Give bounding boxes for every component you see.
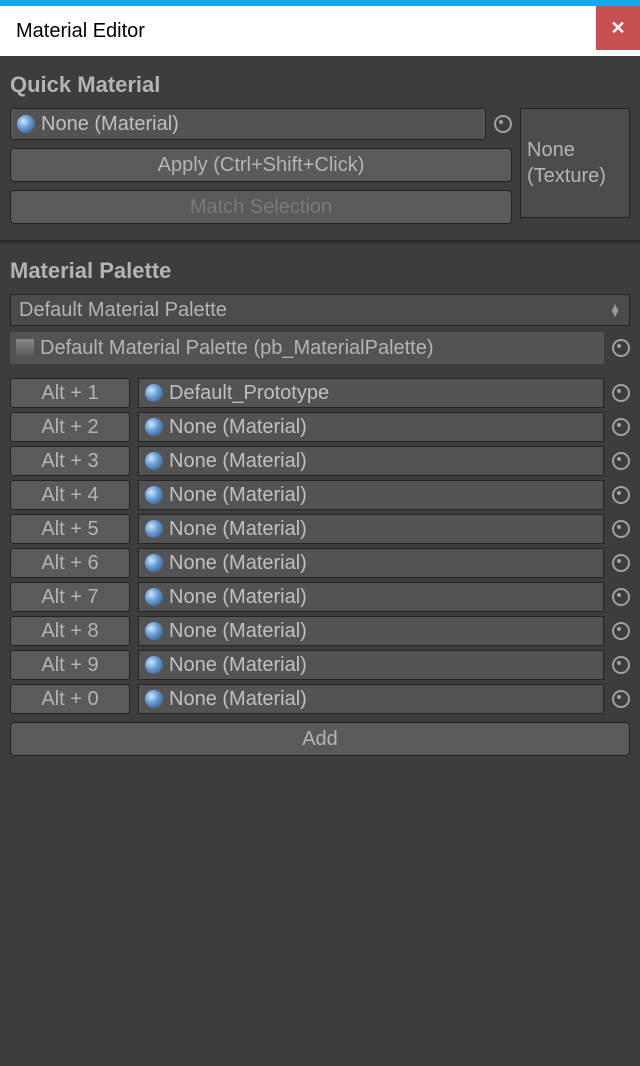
material-ball-icon	[145, 588, 163, 606]
palette-material-value: None (Material)	[169, 450, 307, 473]
quick-material-field-row: None (Material)	[10, 108, 512, 140]
material-ball-icon	[145, 384, 163, 402]
material-ball-icon	[145, 418, 163, 436]
palette-material-field[interactable]: None (Material)	[138, 650, 604, 680]
window-title: Material Editor	[16, 20, 145, 43]
palette-shortcut-button[interactable]: Alt + 5	[10, 514, 130, 544]
close-icon: ✕	[610, 18, 625, 39]
palette-dropdown[interactable]: Default Material Palette ▲▼	[10, 294, 630, 326]
palette-material-value: None (Material)	[169, 416, 307, 439]
palette-material-value: None (Material)	[169, 620, 307, 643]
quick-texture-label: None (Texture)	[527, 137, 629, 189]
object-picker-icon[interactable]	[612, 486, 630, 504]
object-picker-icon[interactable]	[612, 554, 630, 572]
palette-material-value: None (Material)	[169, 688, 307, 711]
object-picker-icon[interactable]	[612, 452, 630, 470]
object-picker-icon[interactable]	[612, 384, 630, 402]
palette-material-field[interactable]: None (Material)	[138, 480, 604, 510]
palette-shortcut-button[interactable]: Alt + 6	[10, 548, 130, 578]
palette-shortcut-button[interactable]: Alt + 0	[10, 684, 130, 714]
palette-row: Alt + 5 None (Material)	[10, 514, 630, 544]
palette-material-field[interactable]: None (Material)	[138, 616, 604, 646]
palette-material-field[interactable]: None (Material)	[138, 412, 604, 442]
material-ball-icon	[145, 520, 163, 538]
object-picker-icon[interactable]	[612, 339, 630, 357]
palette-row: Alt + 6 None (Material)	[10, 548, 630, 578]
palette-row: Alt + 1 Default_Prototype	[10, 378, 630, 408]
palette-row: Alt + 8 None (Material)	[10, 616, 630, 646]
palette-row: Alt + 7 None (Material)	[10, 582, 630, 612]
palette-dropdown-value: Default Material Palette	[19, 295, 227, 325]
apply-button[interactable]: Apply (Ctrl+Shift+Click)	[10, 148, 512, 182]
quick-material-left: None (Material) Apply (Ctrl+Shift+Click)…	[10, 108, 512, 224]
quick-material-field[interactable]: None (Material)	[10, 108, 486, 140]
material-ball-icon	[145, 656, 163, 674]
palette-material-field[interactable]: None (Material)	[138, 582, 604, 612]
apply-button-label: Apply (Ctrl+Shift+Click)	[158, 154, 365, 177]
object-picker-icon[interactable]	[612, 690, 630, 708]
object-picker-icon[interactable]	[612, 622, 630, 640]
palette-material-value: None (Material)	[169, 552, 307, 575]
palette-material-value: None (Material)	[169, 518, 307, 541]
quick-material-section: None (Material) Apply (Ctrl+Shift+Click)…	[10, 108, 630, 224]
material-ball-icon	[145, 554, 163, 572]
palette-shortcut-button[interactable]: Alt + 4	[10, 480, 130, 510]
palette-row: Alt + 0 None (Material)	[10, 684, 630, 714]
palette-material-value: None (Material)	[169, 484, 307, 507]
palette-asset-field[interactable]: Default Material Palette (pb_MaterialPal…	[10, 332, 604, 364]
palette-row: Alt + 9 None (Material)	[10, 650, 630, 680]
object-picker-icon[interactable]	[612, 418, 630, 436]
palette-list: Alt + 1 Default_Prototype Alt + 2 None (Mat…	[10, 378, 630, 714]
material-ball-icon	[17, 115, 35, 133]
material-palette-heading: Material Palette	[10, 258, 630, 284]
palette-material-field[interactable]: None (Material)	[138, 684, 604, 714]
match-selection-button[interactable]: Match Selection	[10, 190, 512, 224]
palette-row: Alt + 4 None (Material)	[10, 480, 630, 510]
palette-shortcut-button[interactable]: Alt + 7	[10, 582, 130, 612]
palette-asset-row: Default Material Palette (pb_MaterialPal…	[10, 332, 630, 364]
palette-asset-icon	[16, 339, 34, 357]
add-button-label: Add	[302, 728, 338, 751]
titlebar[interactable]: Material Editor ✕	[0, 6, 640, 56]
object-picker-icon[interactable]	[494, 115, 512, 133]
palette-shortcut-button[interactable]: Alt + 2	[10, 412, 130, 442]
palette-material-field[interactable]: Default_Prototype	[138, 378, 604, 408]
palette-material-field[interactable]: None (Material)	[138, 514, 604, 544]
close-button[interactable]: ✕	[596, 6, 640, 50]
palette-shortcut-button[interactable]: Alt + 9	[10, 650, 130, 680]
palette-row: Alt + 2 None (Material)	[10, 412, 630, 442]
palette-shortcut-button[interactable]: Alt + 8	[10, 616, 130, 646]
material-ball-icon	[145, 486, 163, 504]
material-ball-icon	[145, 622, 163, 640]
palette-material-field[interactable]: None (Material)	[138, 548, 604, 578]
dropdown-arrows-icon: ▲▼	[609, 304, 621, 316]
palette-row: Alt + 3 None (Material)	[10, 446, 630, 476]
object-picker-icon[interactable]	[612, 520, 630, 538]
palette-material-value: None (Material)	[169, 654, 307, 677]
palette-material-value: Default_Prototype	[169, 382, 329, 405]
material-ball-icon	[145, 452, 163, 470]
palette-shortcut-button[interactable]: Alt + 1	[10, 378, 130, 408]
material-ball-icon	[145, 690, 163, 708]
quick-texture-preview[interactable]: None (Texture)	[520, 108, 630, 218]
object-picker-icon[interactable]	[612, 656, 630, 674]
match-selection-label: Match Selection	[190, 196, 332, 219]
object-picker-icon[interactable]	[612, 588, 630, 606]
quick-material-value: None (Material)	[41, 109, 179, 139]
add-button[interactable]: Add	[10, 722, 630, 756]
palette-asset-value: Default Material Palette (pb_MaterialPal…	[40, 337, 434, 360]
palette-material-value: None (Material)	[169, 586, 307, 609]
quick-material-heading: Quick Material	[10, 72, 630, 98]
palette-shortcut-button[interactable]: Alt + 3	[10, 446, 130, 476]
palette-material-field[interactable]: None (Material)	[138, 446, 604, 476]
editor-panel: Quick Material None (Material) Apply (Ct…	[0, 56, 640, 1066]
section-divider	[0, 240, 640, 244]
